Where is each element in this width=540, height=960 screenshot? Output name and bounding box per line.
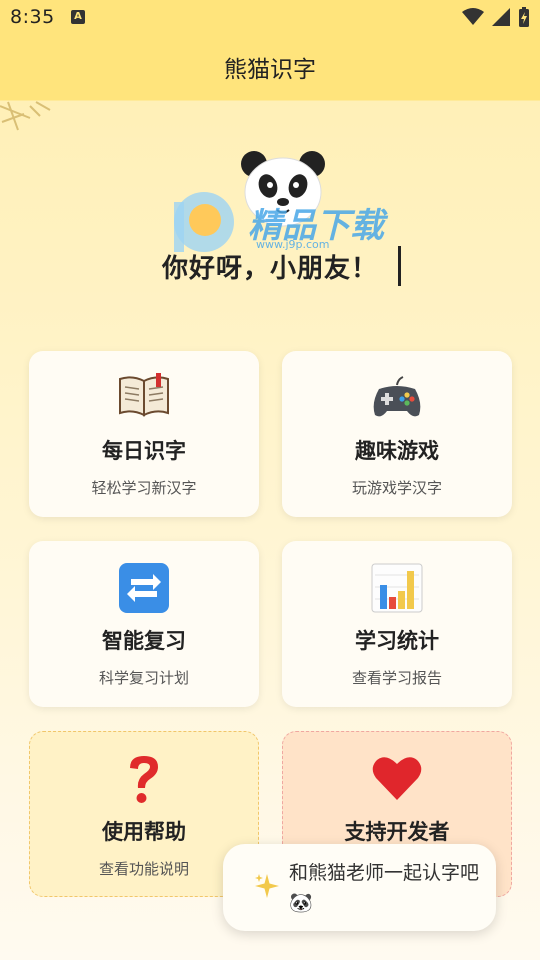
learning-stats-card[interactable]: 学习统计 查看学习报告	[282, 541, 512, 707]
page-title: 熊猫识字	[224, 57, 316, 83]
a-icon: A	[71, 10, 85, 24]
card-subtitle: 轻松学习新汉字	[91, 479, 197, 497]
toast-text: 和熊猫老师一起认字吧 🐼	[289, 862, 480, 914]
card-title: 趣味游戏	[355, 439, 439, 463]
fun-games-card[interactable]: 趣味游戏 玩游戏学汉字	[282, 351, 512, 517]
toast-message: 和熊猫老师一起认字吧 🐼	[223, 844, 496, 931]
heart-icon	[372, 757, 422, 800]
app-header: 熊猫识字	[0, 36, 540, 100]
signal-icon	[492, 8, 510, 26]
battery-icon	[519, 7, 529, 27]
bamboo-decoration	[0, 101, 51, 131]
card-title: 支持开发者	[344, 820, 450, 844]
repeat-icon	[119, 563, 169, 613]
bar-chart-icon	[371, 563, 423, 613]
book-icon	[119, 373, 169, 417]
card-subtitle: 查看学习报告	[351, 669, 442, 687]
status-bar: 8:35 A	[0, 0, 540, 36]
card-subtitle: 玩游戏学汉字	[351, 479, 442, 497]
card-title: 智能复习	[102, 629, 186, 653]
status-icons	[462, 7, 530, 27]
card-title: 使用帮助	[102, 820, 186, 844]
question-icon	[130, 756, 158, 803]
daily-learning-card[interactable]: 每日识字 轻松学习新汉字	[29, 351, 259, 517]
gamepad-icon	[373, 376, 421, 417]
greeting-text: 你好呀，小朋友！	[161, 254, 378, 284]
card-title: 每日识字	[102, 439, 186, 463]
smart-review-card[interactable]: 智能复习 科学复习计划	[29, 541, 259, 707]
typing-cursor	[398, 246, 401, 286]
app-screen: 8:35 A 熊猫识字 精品下载 www.j9p.com 你好呀，小朋友！ 每日…	[0, 0, 540, 960]
status-time: 8:35	[10, 6, 55, 28]
wifi-icon	[462, 8, 484, 25]
card-subtitle: 科学复习计划	[98, 669, 189, 687]
sparkles-icon	[255, 874, 279, 898]
card-title: 学习统计	[355, 629, 439, 653]
